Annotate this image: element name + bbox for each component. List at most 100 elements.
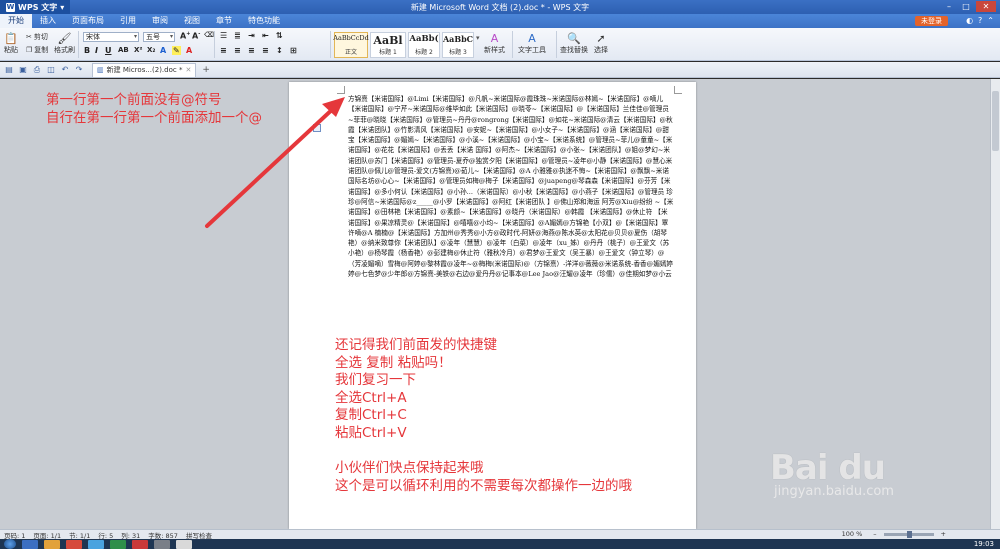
copy-label: 复制 — [34, 46, 49, 54]
zoom-slider[interactable] — [883, 530, 934, 538]
menu-item-features[interactable]: 特色功能 — [240, 14, 288, 28]
status-page: 页码: 1 — [4, 531, 26, 540]
open-folder-icon[interactable]: ▤ — [4, 65, 14, 75]
start-button[interactable] — [4, 539, 16, 549]
help-icon[interactable]: ? — [978, 16, 982, 25]
new-style-button[interactable]: A 新样式 — [484, 31, 505, 55]
bold-icon[interactable]: B — [84, 46, 90, 55]
zoom-knob[interactable] — [906, 530, 912, 538]
menu-item-references[interactable]: 引用 — [112, 14, 144, 28]
add-tab-icon[interactable]: + — [202, 65, 210, 75]
select-button[interactable]: ➚ 选择 — [594, 31, 608, 55]
indent-icon[interactable]: ⇥ — [248, 31, 255, 40]
strikethrough-icon[interactable]: AB — [118, 46, 129, 54]
menu-item-view[interactable]: 视图 — [176, 14, 208, 28]
italic-icon[interactable]: I — [95, 46, 98, 55]
copy-button[interactable]: ❐ 复制 — [26, 45, 48, 55]
justify-icon[interactable]: ≡ — [262, 46, 269, 55]
menu-item-home[interactable]: 开始 — [0, 14, 32, 28]
document-body-text[interactable]: 方锦熹【米诺国际】@Limi【米诺国际】@凡帆~米诺国际@霞珠珠~米诺国际@林嫣… — [348, 94, 674, 279]
taskbar-app-icon[interactable] — [110, 539, 126, 549]
taskbar-app-icon[interactable] — [22, 539, 38, 549]
document-tab[interactable]: ▥ 新建 Micros...(2).doc * ✕ — [92, 62, 197, 77]
format-painter-button[interactable]: 🖌 格式刷 — [54, 31, 75, 55]
menu-item-insert[interactable]: 插入 — [32, 14, 64, 28]
shrink-font-icon[interactable]: A- — [192, 31, 200, 41]
text-effect-icon[interactable]: A — [160, 46, 166, 55]
print-icon[interactable]: ⎙ — [32, 65, 42, 75]
format-painter-label: 格式刷 — [54, 46, 75, 54]
font-name-select[interactable]: 宋体 — [83, 32, 139, 42]
wps-menu-button[interactable]: W WPS 文字 ▾ — [0, 0, 71, 14]
scissors-icon: ✂ — [26, 33, 32, 41]
wps-logo-icon: W — [6, 2, 15, 12]
font-color-icon[interactable]: A — [186, 46, 192, 55]
styles-more-icon[interactable]: ▾ — [476, 34, 480, 42]
taskbar-app-icon[interactable] — [176, 539, 192, 549]
menu-item-review[interactable]: 审阅 — [144, 14, 176, 28]
status-words[interactable]: 字数: 857 — [144, 530, 182, 540]
subscript-icon[interactable]: X₂ — [147, 46, 155, 54]
borders-icon[interactable]: ⊞ — [290, 46, 297, 55]
find-replace-button[interactable]: 🔍 查找替换 — [560, 31, 588, 55]
preview-icon[interactable]: ◫ — [46, 65, 56, 75]
status-spell-check[interactable]: 拼写检查 — [182, 530, 216, 540]
menu-bar: 开始 插入 页面布局 引用 审阅 视图 章节 特色功能 未登录 ◐ ? ⌃ — [0, 14, 1000, 28]
baidu-watermark: Bai du jingyan.baidu.com — [770, 448, 970, 528]
menu-right-icons: ◐ ? ⌃ — [966, 16, 994, 25]
cursor-icon: ➚ — [596, 31, 606, 45]
redo-icon[interactable]: ↷ — [74, 65, 84, 75]
close-tab-icon[interactable]: ✕ — [185, 66, 191, 74]
minimize-icon[interactable]: – — [942, 1, 956, 12]
style-heading-2[interactable]: AaBb( 标题 2 — [408, 32, 440, 58]
align-center-icon[interactable]: ≡ — [234, 46, 241, 55]
zoom-level[interactable]: 100 % — [838, 530, 867, 538]
sort-icon[interactable]: ⇅ — [276, 31, 283, 40]
outdent-icon[interactable]: ⇤ — [262, 31, 269, 40]
underline-icon[interactable]: U — [105, 46, 112, 55]
taskbar-app-icon[interactable] — [132, 539, 148, 549]
ribbon-separator — [556, 31, 557, 58]
superscript-icon[interactable]: X² — [134, 46, 142, 54]
align-left-icon[interactable]: ≡ — [220, 46, 227, 55]
numbering-icon[interactable]: ≣ — [234, 31, 241, 40]
ribbon-toolbar: 📋 粘贴 ✂剪切 ❐复制 🖌 格式刷 宋体 五号 A+ A- ⌫ B I U A… — [0, 28, 1000, 61]
align-right-icon[interactable]: ≡ — [248, 46, 255, 55]
page-margin-marker — [674, 86, 682, 94]
style-heading-3[interactable]: AaBbC 标题 3 — [442, 32, 474, 58]
collapse-icon[interactable]: ⌃ — [987, 16, 994, 25]
style-normal[interactable]: AaBbCcDd 正文 — [333, 32, 369, 58]
clear-format-icon[interactable]: ⌫ — [204, 31, 214, 39]
zoom-out-icon[interactable]: – — [869, 530, 880, 538]
skin-icon[interactable]: ◐ — [966, 16, 973, 25]
undo-icon[interactable]: ↶ — [60, 65, 70, 75]
style-heading-1[interactable]: AaBl 标题 1 — [370, 32, 406, 58]
document-tab-label: 新建 Micros...(2).doc * — [106, 66, 183, 74]
doc-icon: ▥ — [97, 66, 104, 74]
zoom-in-icon[interactable]: + — [937, 530, 950, 538]
font-size-select[interactable]: 五号 — [143, 32, 175, 42]
text-tools-label: 文字工具 — [518, 46, 546, 54]
highlight-icon[interactable]: ✎ — [172, 46, 181, 55]
line-spacing-icon[interactable]: ↕ — [276, 46, 283, 55]
taskbar-app-icon[interactable] — [66, 539, 82, 549]
bullets-icon[interactable]: ☰ — [220, 31, 227, 40]
scroll-thumb[interactable] — [992, 91, 999, 151]
menu-item-chapter[interactable]: 章节 — [208, 14, 240, 28]
select-label: 选择 — [594, 46, 608, 54]
window-controls: – □ ✕ — [942, 1, 996, 12]
login-button[interactable]: 未登录 — [915, 16, 948, 26]
maximize-icon[interactable]: □ — [959, 1, 973, 12]
taskbar-app-icon[interactable] — [88, 539, 104, 549]
status-column: 列: 31 — [121, 531, 141, 540]
vertical-scrollbar[interactable] — [990, 79, 1000, 529]
menu-item-page-layout[interactable]: 页面布局 — [64, 14, 112, 28]
text-tools-button[interactable]: A 文字工具 — [518, 31, 546, 55]
paste-button[interactable]: 📋 粘贴 — [4, 31, 18, 55]
close-icon[interactable]: ✕ — [976, 1, 996, 12]
taskbar-app-icon[interactable] — [154, 539, 170, 549]
save-icon[interactable]: ▣ — [18, 65, 28, 75]
taskbar-app-icon[interactable] — [44, 539, 60, 549]
cut-button[interactable]: ✂ 剪切 — [26, 32, 48, 42]
grow-font-icon[interactable]: A+ — [180, 31, 190, 41]
